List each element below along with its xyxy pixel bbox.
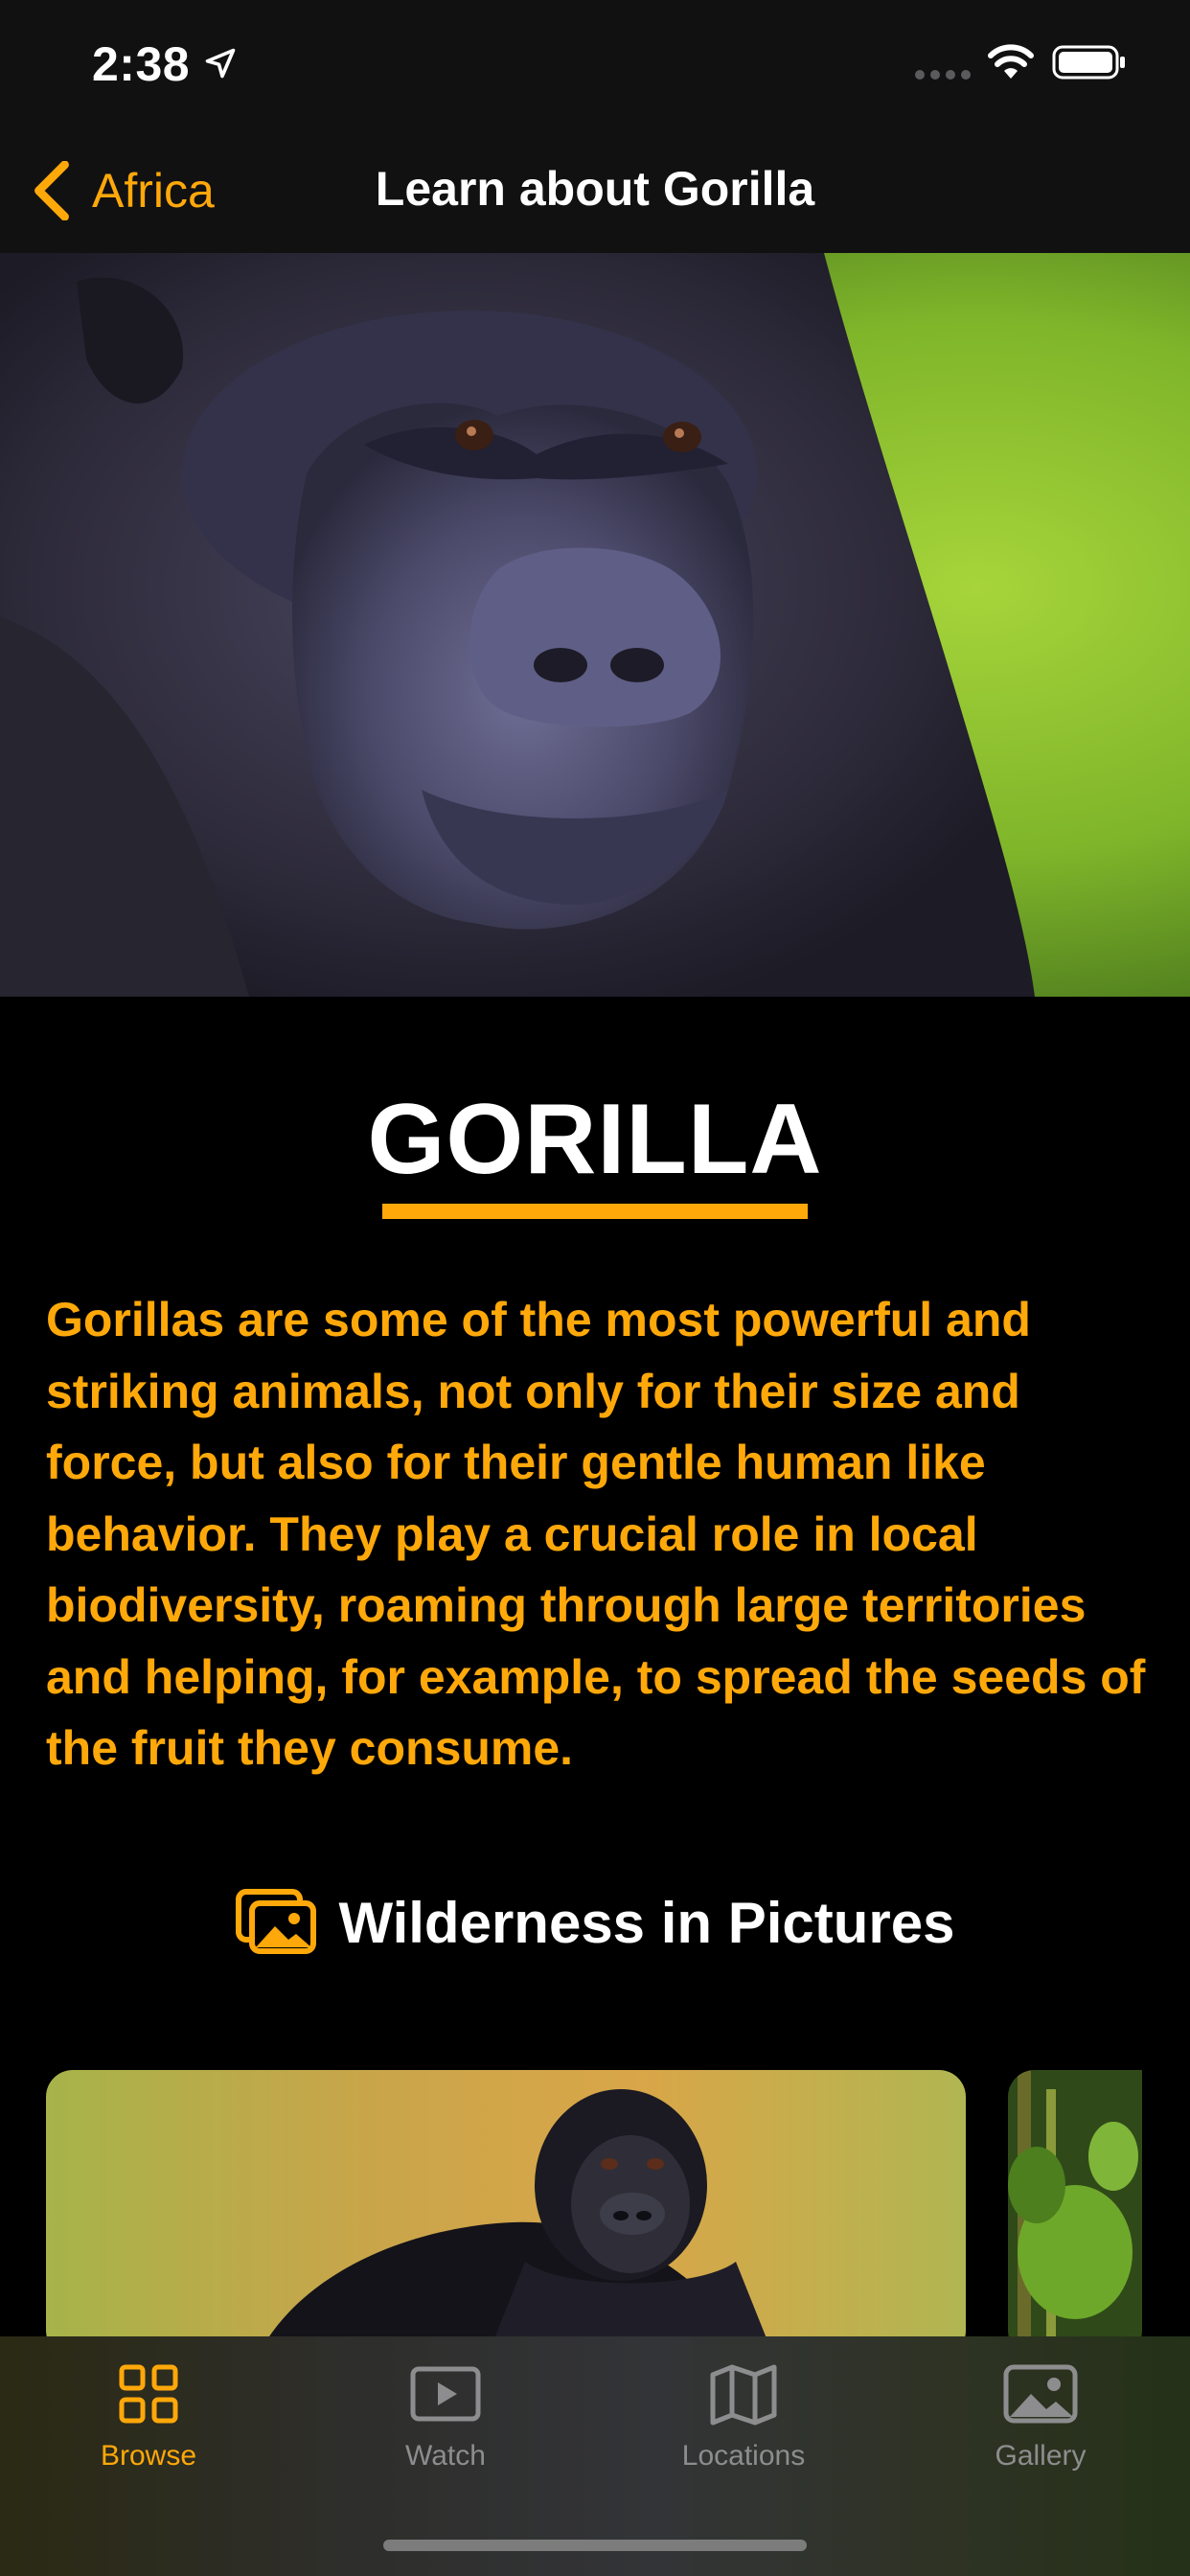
tab-gallery-label: Gallery (995, 2440, 1087, 2472)
gallery-section-title: Wilderness in Pictures (338, 1890, 955, 1955)
hero-image (0, 253, 1190, 997)
wifi-icon (988, 44, 1034, 79)
tab-browse-label: Browse (100, 2440, 197, 2472)
gallery-section-header: Wilderness in Pictures (0, 1888, 1190, 1957)
status-bar: 2:38 (0, 0, 1190, 126)
tab-watch[interactable]: Watch (302, 2356, 589, 2472)
animal-description: Gorillas are some of the most powerful a… (46, 1293, 1146, 1775)
status-time: 2:38 (92, 37, 191, 91)
photos-icon (236, 1889, 317, 1954)
home-indicator[interactable] (383, 2540, 807, 2551)
battery-icon (1052, 45, 1125, 80)
title-underline (382, 1204, 808, 1219)
navigation-bar: Africa Learn about Gorilla (0, 126, 1190, 253)
map-icon (710, 2364, 777, 2426)
tab-locations-label: Locations (681, 2440, 806, 2472)
animal-title: GORILLA (367, 1084, 823, 1195)
tab-locations[interactable]: Locations (600, 2356, 887, 2472)
location-arrow-icon (205, 48, 236, 79)
tab-watch-label: Watch (405, 2440, 486, 2472)
photo-icon (1003, 2364, 1078, 2424)
nav-title: Learn about Gorilla (375, 162, 815, 216)
carousel-card[interactable] (1008, 2070, 1142, 2338)
cellular-signal-icon (915, 70, 971, 80)
play-icon (410, 2366, 481, 2422)
tab-gallery[interactable]: Gallery (897, 2356, 1184, 2472)
tab-browse[interactable]: Browse (5, 2356, 292, 2472)
carousel-card[interactable] (46, 2070, 966, 2338)
picture-carousel[interactable] (0, 2070, 1190, 2338)
grid-icon (119, 2364, 178, 2424)
